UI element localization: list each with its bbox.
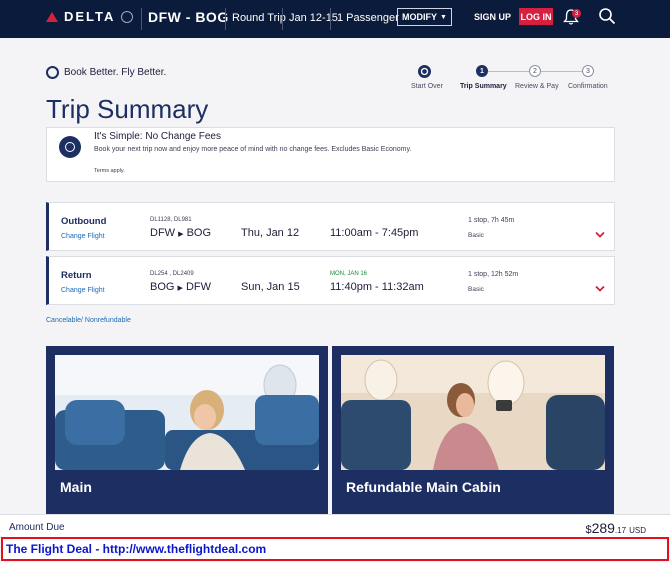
globe-icon[interactable] xyxy=(121,11,133,23)
origin-code: DFW xyxy=(150,227,176,239)
top-nav-bar: DELTA DFW - BOG Round Trip Jan 12-15 1 P… xyxy=(0,0,670,38)
trip-route: DFW - BOG xyxy=(148,9,229,25)
flight-numbers: DL254 , DL2409 xyxy=(150,271,194,277)
promo-subtitle: Book your next trip now and enjoy more p… xyxy=(94,146,412,153)
step-marker-2: 2 xyxy=(529,65,541,77)
flight-times: 11:00am - 7:45pm xyxy=(330,227,419,239)
cabin-photo-refundable xyxy=(341,355,605,470)
modify-label: MODIFY xyxy=(402,12,438,22)
fare-class: Basic xyxy=(468,232,484,239)
fare-name: Main xyxy=(60,479,92,495)
header-divider xyxy=(330,8,331,30)
delta-widget-icon xyxy=(46,11,58,22)
chevron-down-icon[interactable] xyxy=(595,231,605,239)
fare-card-refundable-main[interactable]: Refundable Main Cabin xyxy=(332,346,614,514)
flight-direction: Return xyxy=(61,270,92,281)
change-flight-link[interactable]: Change Flight xyxy=(61,233,105,240)
promo-title: It's Simple: No Change Fees xyxy=(94,131,221,142)
amount-due-bar: Amount Due $289.17 USD xyxy=(0,514,670,537)
log-in-button[interactable]: LOG IN xyxy=(519,8,553,25)
refresh-icon xyxy=(59,136,81,158)
page-title: Trip Summary xyxy=(46,94,209,124)
flight-numbers: DL1128, DL981 xyxy=(150,217,192,223)
arrival-date-alert: MON, JAN 16 xyxy=(330,271,368,277)
destination-code: DFW xyxy=(185,281,212,293)
search-icon[interactable] xyxy=(598,7,616,25)
fare-class: Basic xyxy=(468,286,484,293)
start-over-icon[interactable] xyxy=(418,65,431,78)
terms-link[interactable]: Terms apply. xyxy=(94,168,125,174)
step-marker-3: 3 xyxy=(582,65,594,77)
header-divider xyxy=(141,8,142,30)
step-start-over[interactable]: Start Over xyxy=(411,83,443,90)
brand-tagline: Book Better. Fly Better. xyxy=(46,66,166,79)
caret-down-icon: ▼ xyxy=(440,13,447,21)
header-divider xyxy=(282,8,283,30)
delta-badge-icon xyxy=(46,66,59,79)
step-review-pay: Review & Pay xyxy=(515,83,559,90)
amount-dollars: 289 xyxy=(591,520,615,536)
amount-currency: USD xyxy=(629,526,646,535)
delta-logo[interactable]: DELTA xyxy=(46,9,115,24)
amount-due-label: Amount Due xyxy=(9,522,65,533)
arrow-right-icon: ▶ xyxy=(177,285,183,292)
arrow-right-icon: ▶ xyxy=(178,231,184,238)
header-divider xyxy=(225,8,226,30)
notification-badge: 3 xyxy=(572,9,581,18)
flight-stops: 1 stop, 12h 52m xyxy=(468,271,519,278)
logo-text: DELTA xyxy=(64,9,116,24)
no-change-fees-banner: It's Simple: No Change Fees Book your ne… xyxy=(46,127,615,182)
flight-card-return[interactable]: Return Change Flight DL254 , DL2409 BOG … xyxy=(46,256,615,305)
chevron-down-icon[interactable] xyxy=(595,285,605,293)
step-marker-1: 1 xyxy=(476,65,488,77)
tagline-text: Book Better. Fly Better. xyxy=(64,67,167,78)
flight-route: BOG ▶ DFW xyxy=(150,281,211,293)
fare-name: Refundable Main Cabin xyxy=(346,479,501,495)
sign-up-link[interactable]: SIGN UP xyxy=(474,12,511,22)
destination-code: BOG xyxy=(186,227,212,239)
flight-deal-banner: The Flight Deal - http://www.theflightde… xyxy=(1,537,669,561)
flight-date: Sun, Jan 15 xyxy=(241,281,300,293)
change-flight-link[interactable]: Change Flight xyxy=(61,287,105,294)
progress-line xyxy=(541,71,582,72)
amount-cents: .17 xyxy=(614,526,627,535)
passenger-count: 1 Passenger xyxy=(337,12,399,24)
step-trip-summary: Trip Summary xyxy=(460,83,507,90)
modify-button[interactable]: MODIFY ▼ xyxy=(397,8,452,26)
progress-line xyxy=(488,71,530,72)
flight-times: 11:40pm - 11:32am xyxy=(330,281,424,293)
flight-card-outbound[interactable]: Outbound Change Flight DL1128, DL981 DFW… xyxy=(46,202,615,251)
flight-date: Thu, Jan 12 xyxy=(241,227,300,239)
cancel-policy-note[interactable]: Cancelable/ Nonrefundable xyxy=(46,317,131,324)
flight-stops: 1 stop, 7h 45m xyxy=(468,217,515,224)
booking-progress: Start Over 1 Trip Summary 2 Review & Pay… xyxy=(408,65,618,95)
step-confirmation: Confirmation xyxy=(568,83,608,90)
flight-direction: Outbound xyxy=(61,216,107,227)
trip-type: Round Trip xyxy=(232,12,286,24)
origin-code: BOG xyxy=(150,281,175,293)
fare-card-main[interactable]: Main xyxy=(46,346,328,514)
cabin-photo-main xyxy=(55,355,319,470)
flight-route: DFW ▶ BOG xyxy=(150,227,211,239)
amount-due-value: $289.17 USD xyxy=(585,520,646,536)
